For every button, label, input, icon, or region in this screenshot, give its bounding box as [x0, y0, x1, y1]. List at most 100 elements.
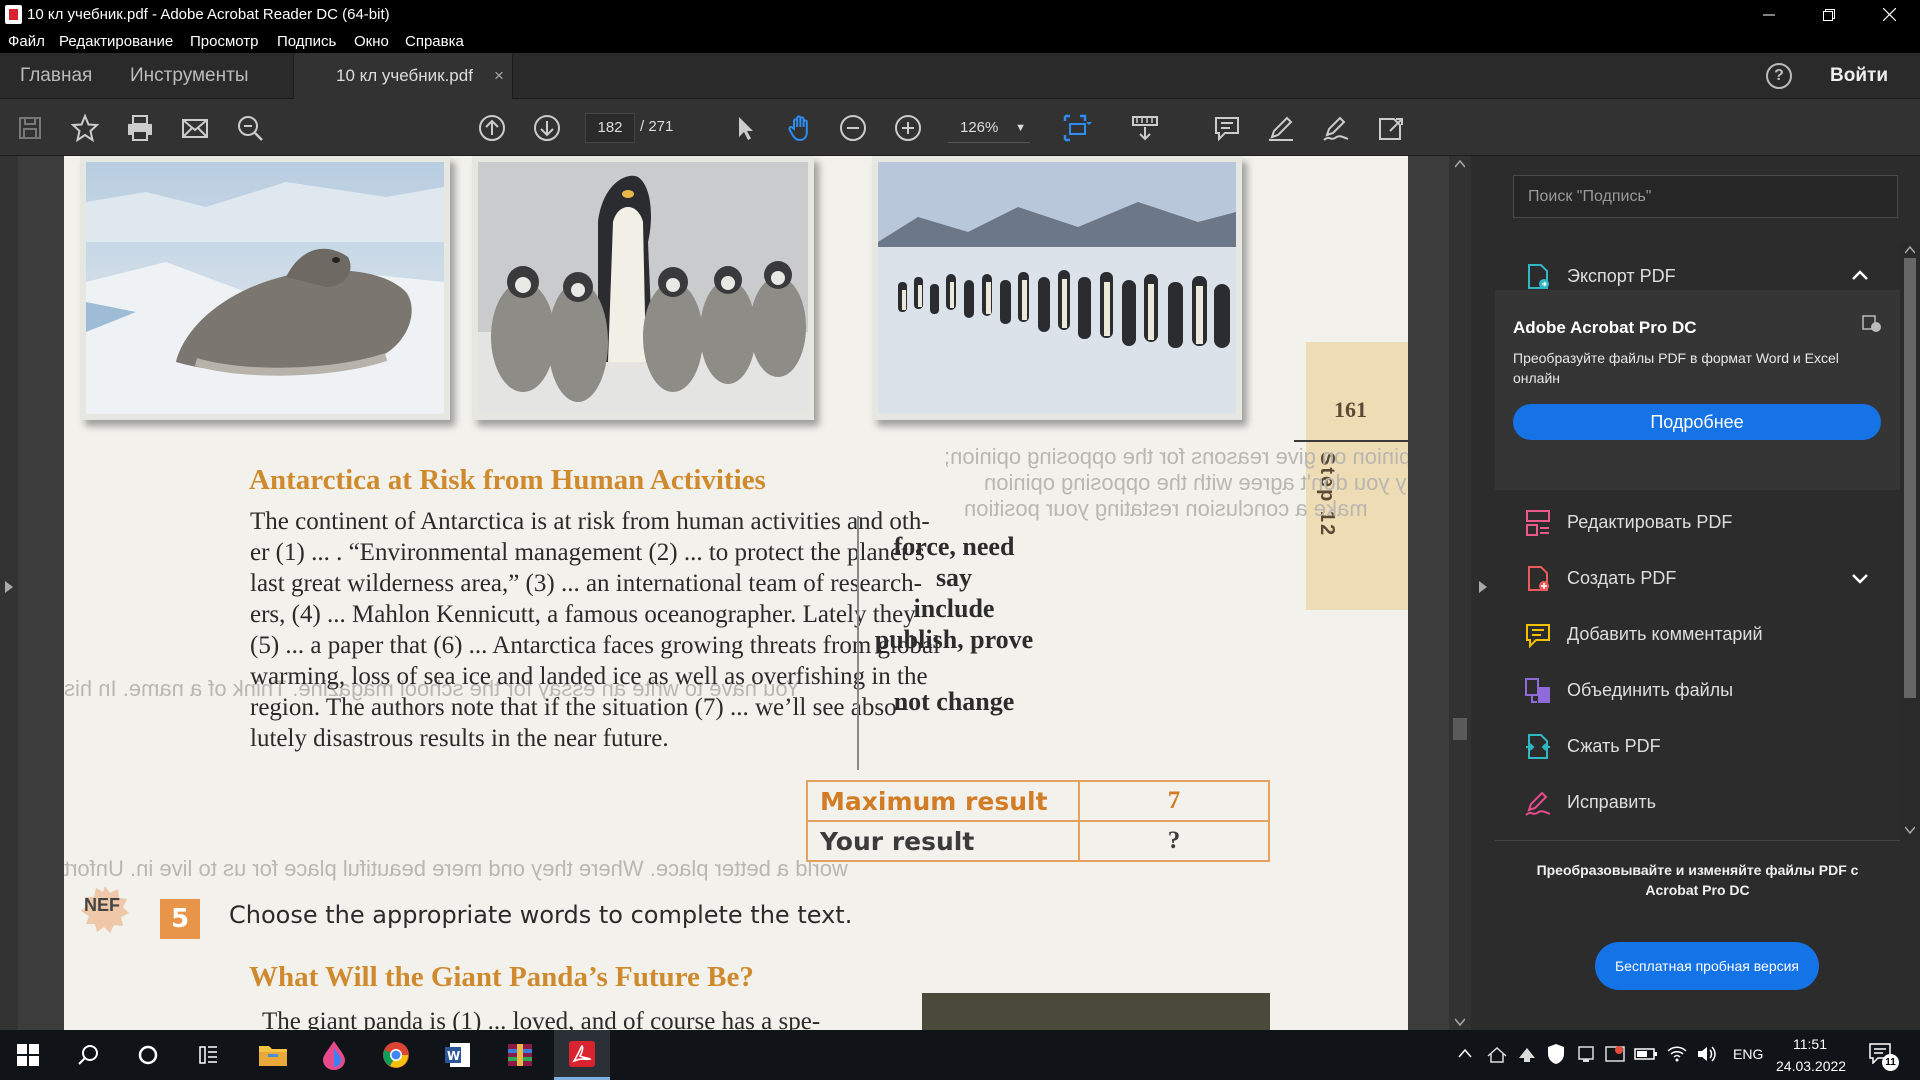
showthrough-line-1: express an opposing opinion on give reas… [944, 444, 1408, 469]
tool-combine-files[interactable]: Объединить файлы [1495, 664, 1900, 718]
fit-page-button[interactable] [1062, 113, 1092, 143]
tool-fill-sign[interactable]: Исправить [1495, 776, 1900, 830]
battery-icon[interactable] [1634, 1046, 1658, 1062]
menu-file[interactable]: Файл [8, 33, 45, 50]
tool-create-pdf[interactable]: Создать PDF [1495, 552, 1900, 606]
tab-home[interactable]: Главная [20, 65, 92, 87]
explorer-button[interactable] [245, 1030, 301, 1080]
search-button[interactable] [235, 113, 265, 143]
scroll-up-icon [1905, 246, 1915, 254]
menu-sign[interactable]: Подпись [277, 33, 336, 50]
task-view-button[interactable] [180, 1030, 236, 1080]
scroll-down-icon [1455, 1018, 1465, 1026]
page-number-input[interactable]: 182 [585, 113, 635, 143]
notifications-button[interactable]: 11 [1868, 1042, 1899, 1072]
zoom-select[interactable]: 126% ▼ [948, 113, 1030, 143]
search-taskbar-button[interactable] [60, 1030, 116, 1080]
restore-button[interactable] [1800, 0, 1858, 29]
paint-app-button[interactable] [306, 1030, 362, 1080]
tray-chevron-up-icon[interactable] [1458, 1048, 1472, 1058]
chrome-button[interactable] [368, 1030, 424, 1080]
tool-edit-pdf[interactable]: Редактировать PDF [1495, 496, 1900, 550]
tool-label: Добавить комментарий [1567, 624, 1763, 644]
star-icon [70, 113, 100, 143]
free-trial-button[interactable]: Бесплатная пробная версия [1595, 942, 1819, 990]
save-button[interactable] [15, 113, 45, 143]
left-panel-toggle[interactable] [0, 156, 18, 1030]
tools-search-input[interactable]: Поиск "Подпись" [1513, 175, 1898, 218]
comment-icon [1215, 117, 1239, 142]
minimize-button[interactable] [1740, 0, 1798, 29]
help-icon[interactable]: ? [1766, 63, 1792, 89]
prev-page-button[interactable] [477, 113, 507, 143]
panel-scrollbar[interactable] [1900, 242, 1920, 840]
acrobat-app-icon [5, 5, 22, 24]
tray-shield-icon[interactable] [1604, 1044, 1626, 1064]
sign-button[interactable] [1321, 113, 1351, 143]
collapse-right-icon [1479, 581, 1487, 593]
pdf-page[interactable]: 161 Step 12 express an opposing opinion … [64, 156, 1408, 1030]
word-button[interactable]: W [430, 1030, 486, 1080]
tab-document[interactable]: 10 кл учебник.pdf × [293, 53, 513, 99]
menu-bar: Файл Редактирование Просмотр Подпись Окн… [0, 29, 1920, 53]
menu-edit[interactable]: Редактирование [59, 33, 173, 50]
right-panel-toggle[interactable] [1471, 156, 1495, 1030]
cortana-button[interactable] [120, 1030, 176, 1080]
volume-icon[interactable] [1696, 1044, 1718, 1064]
export-pdf-icon [1528, 264, 1549, 289]
menu-help[interactable]: Справка [405, 33, 464, 50]
bookmark-button[interactable] [70, 113, 100, 143]
clock-time[interactable]: 11:51 [1793, 1036, 1827, 1052]
highlight-button[interactable] [1266, 113, 1296, 143]
minus-circle-icon [840, 115, 866, 141]
panel-scroll-thumb[interactable] [1904, 258, 1916, 698]
task-view-icon [199, 1046, 217, 1064]
tray-device-icon[interactable] [1576, 1044, 1596, 1064]
next-page-button[interactable] [532, 113, 562, 143]
select-tool-button[interactable] [730, 113, 760, 143]
acrobat-taskbar-button[interactable] [554, 1030, 610, 1080]
close-tab-icon[interactable]: × [494, 66, 504, 86]
start-button[interactable] [0, 1030, 56, 1080]
tray-network-app-icon[interactable] [1486, 1044, 1508, 1064]
language-indicator[interactable]: ENG [1733, 1046, 1763, 1062]
arrow-up-circle-icon [479, 115, 505, 141]
tool-compress-pdf[interactable]: Сжать PDF [1495, 720, 1900, 774]
document-scrollbar[interactable] [1449, 156, 1471, 1030]
combine-icon [1525, 678, 1550, 703]
result-value: ? [1078, 820, 1270, 862]
plus-circle-icon [895, 115, 921, 141]
hand-tool-button[interactable] [785, 113, 815, 143]
zoom-in-button[interactable] [893, 113, 923, 143]
scroll-thumb[interactable] [1453, 718, 1467, 740]
create-pdf-icon [1528, 566, 1549, 591]
tool-add-comment[interactable]: Добавить комментарий [1495, 608, 1900, 662]
chrome-icon [383, 1042, 409, 1068]
print-icon [128, 115, 152, 141]
winrar-button[interactable] [492, 1030, 548, 1080]
close-button[interactable] [1860, 0, 1918, 29]
print-button[interactable] [125, 113, 155, 143]
share-button[interactable] [1376, 113, 1406, 143]
clock-date[interactable]: 24.03.2022 [1776, 1058, 1846, 1074]
tab-tools[interactable]: Инструменты [130, 65, 248, 87]
comment-button[interactable] [1212, 113, 1242, 143]
zoom-out-button[interactable] [838, 113, 868, 143]
scroll-mode-button[interactable] [1130, 113, 1160, 143]
tray-defender-icon[interactable] [1546, 1043, 1566, 1065]
signin-button[interactable]: Войти [1830, 65, 1888, 87]
scroll-up-icon [1455, 160, 1465, 168]
email-button[interactable] [180, 113, 210, 143]
word-item: publish, prove [874, 625, 1034, 654]
tool-label: Сжать PDF [1567, 736, 1661, 756]
tray-app-icon[interactable] [1516, 1044, 1538, 1064]
word-item: say [935, 563, 973, 592]
menu-view[interactable]: Просмотр [190, 33, 259, 50]
word-box-divider [857, 516, 859, 770]
more-info-button[interactable]: Подробнее [1513, 404, 1881, 440]
task-number: 5 [160, 899, 200, 939]
wifi-icon[interactable] [1666, 1043, 1688, 1063]
menu-window[interactable]: Окно [354, 33, 389, 50]
word-icon: W [445, 1043, 470, 1067]
pen-icon [1269, 116, 1293, 141]
